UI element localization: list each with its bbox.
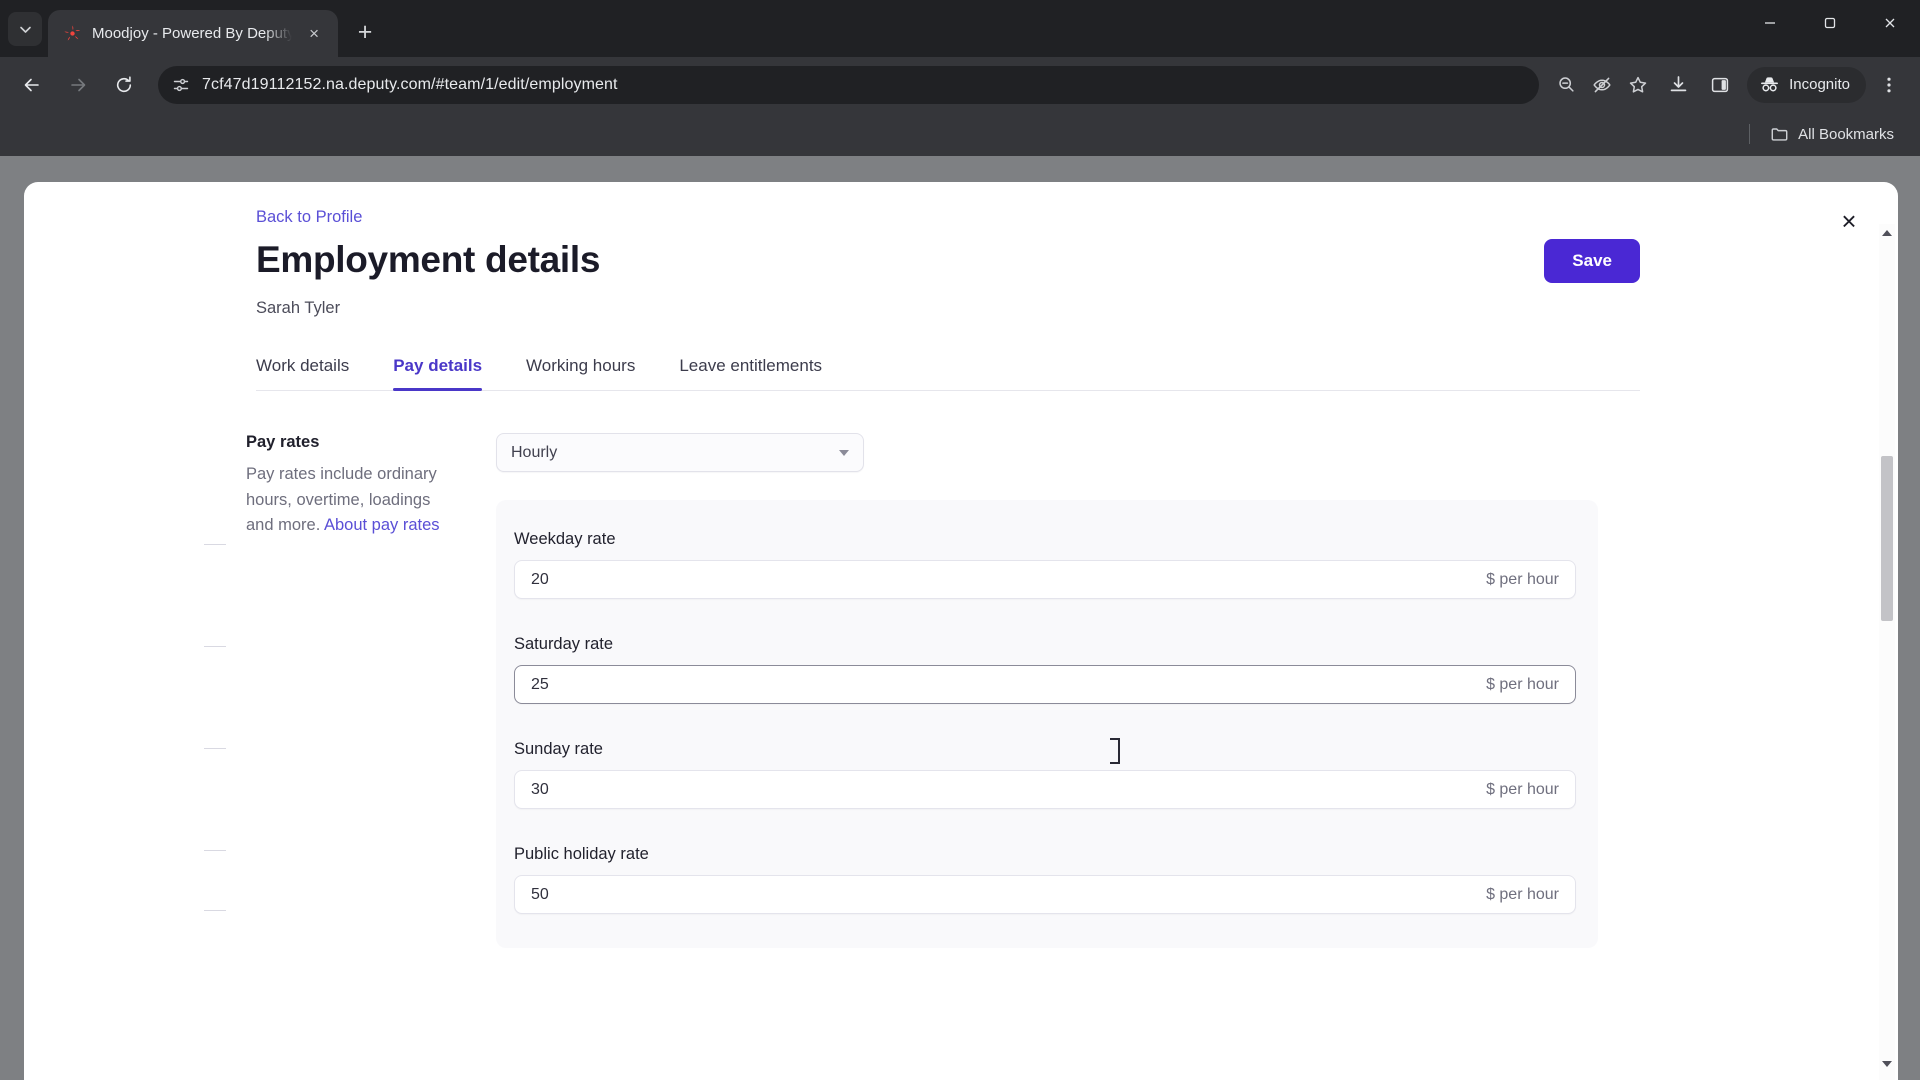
scroll-up-arrow[interactable] (1879, 224, 1895, 241)
maximize-button[interactable] (1800, 0, 1860, 45)
employee-name: Sarah Tyler (256, 299, 341, 317)
side-panel-icon[interactable] (1701, 66, 1739, 104)
window-controls (1740, 0, 1920, 45)
weekday-rate-label: Weekday rate (514, 530, 616, 548)
public-holiday-rate-field: Public holiday rate 50 $ per hour (514, 845, 1576, 914)
chevron-down-icon (839, 449, 849, 456)
sunday-rate-input[interactable]: 30 $ per hour (514, 770, 1576, 809)
gutter-tick (204, 910, 226, 911)
saturday-rate-suffix: $ per hour (1486, 675, 1559, 693)
saturday-rate-label: Saturday rate (514, 635, 614, 653)
all-bookmarks-button[interactable]: All Bookmarks (1762, 120, 1902, 149)
public-holiday-rate-value: 50 (531, 885, 549, 903)
public-holiday-rate-input[interactable]: 50 $ per hour (514, 875, 1576, 914)
weekday-rate-field: Weekday rate 20 $ per hour (514, 530, 1576, 599)
zoom-out-icon[interactable] (1549, 68, 1583, 102)
weekday-rate-suffix: $ per hour (1486, 570, 1559, 588)
pay-rates-panel: Weekday rate 20 $ per hour Saturday rate… (204, 500, 1598, 948)
tab-work-details[interactable]: Work details (256, 346, 371, 390)
pay-type-value: Hourly (511, 443, 558, 461)
minimize-icon (1765, 21, 1775, 24)
tab-title: Moodjoy - Powered By Deputy (92, 25, 293, 42)
saturday-rate-field: Saturday rate 25 $ per hour (514, 635, 1576, 704)
reload-icon (116, 75, 132, 92)
pay-details-body: Pay rates Pay rates include ordinary hou… (24, 433, 1898, 948)
three-dot-menu-icon[interactable] (1870, 66, 1908, 104)
save-button[interactable]: Save (1544, 239, 1640, 283)
scrollbar-thumb[interactable] (1881, 456, 1893, 621)
omnibox-actions (1549, 68, 1655, 102)
bookmarks-divider (1749, 124, 1751, 144)
page-settings-icon[interactable] (172, 76, 190, 94)
all-bookmarks-label: All Bookmarks (1798, 125, 1894, 143)
weekday-rate-input[interactable]: 20 $ per hour (514, 560, 1576, 599)
pay-rates-description: Pay rates include ordinary hours, overti… (246, 462, 462, 539)
tab-strip: Moodjoy - Powered By Deputy × + (0, 0, 1920, 57)
page-viewport: × Back to Profile Employment details Sar… (0, 156, 1920, 1080)
sunday-rate-suffix: $ per hour (1486, 780, 1559, 798)
minimize-button[interactable] (1740, 0, 1800, 45)
page-scrollbar[interactable] (1879, 224, 1895, 1080)
weekday-rate-value: 20 (531, 570, 549, 588)
chevron-down-icon (19, 26, 31, 33)
tab-close-icon[interactable]: × (302, 22, 326, 46)
back-arrow-icon (24, 78, 39, 91)
sunday-rate-value: 30 (531, 780, 549, 798)
sunday-rate-label: Sunday rate (514, 740, 603, 758)
pay-rates-sidebar: Pay rates Pay rates include ordinary hou… (246, 433, 496, 948)
page-title: Employment details (256, 239, 601, 280)
hidden-eye-icon[interactable] (1585, 68, 1619, 102)
tab-pay-details[interactable]: Pay details (371, 346, 504, 391)
incognito-label: Incognito (1789, 76, 1850, 93)
download-icon[interactable] (1659, 66, 1697, 104)
tab-working-hours[interactable]: Working hours (504, 346, 657, 390)
back-to-profile-link[interactable]: Back to Profile (256, 208, 362, 226)
saturday-rate-value: 25 (531, 675, 549, 693)
incognito-hat-icon (1759, 74, 1780, 95)
saturday-rate-input[interactable]: 25 $ per hour (514, 665, 1576, 704)
modal-content: × Back to Profile Employment details Sar… (24, 182, 1898, 1080)
browser-toolbar: 7cf47d19112152.na.deputy.com/#team/1/edi… (0, 57, 1920, 112)
gutter-tick (204, 646, 226, 647)
pay-rates-content: Hourly Weekday rate 20 $ per hour Saturd… (204, 433, 1598, 948)
browser-tab[interactable]: Moodjoy - Powered By Deputy × (48, 10, 338, 57)
close-icon (1885, 18, 1895, 27)
address-bar[interactable]: 7cf47d19112152.na.deputy.com/#team/1/edi… (158, 65, 1540, 104)
maximize-icon (1824, 17, 1836, 28)
url-text: 7cf47d19112152.na.deputy.com/#team/1/edi… (202, 75, 618, 93)
bookmark-star-icon[interactable] (1621, 68, 1655, 102)
modal-tabs: Work details Pay details Working hours L… (256, 346, 1640, 391)
incognito-indicator[interactable]: Incognito (1747, 66, 1866, 103)
deputy-logo-icon (62, 24, 82, 44)
pay-type-select[interactable]: Hourly (496, 433, 864, 472)
modal-close-icon[interactable]: × (1832, 204, 1866, 238)
reload-button[interactable] (104, 65, 144, 105)
tab-leave-entitlements[interactable]: Leave entitlements (657, 346, 844, 390)
folder-icon (1770, 125, 1789, 144)
close-window-button[interactable] (1860, 0, 1920, 45)
gutter-tick (204, 544, 226, 545)
forward-button[interactable] (58, 65, 98, 105)
toolbar-right-actions: Incognito (1659, 66, 1908, 104)
new-tab-button[interactable]: + (348, 15, 382, 49)
public-holiday-rate-suffix: $ per hour (1486, 885, 1559, 903)
tab-search-button[interactable] (8, 12, 42, 46)
gutter-ticks (204, 500, 497, 948)
bookmarks-bar: All Bookmarks (0, 112, 1920, 156)
back-button[interactable] (12, 65, 52, 105)
forward-arrow-icon (71, 78, 86, 91)
sunday-rate-field: Sunday rate 30 $ per hour (514, 740, 1576, 809)
gutter-tick (204, 850, 226, 851)
scroll-down-arrow[interactable] (1879, 1055, 1895, 1072)
employment-details-modal: × Back to Profile Employment details Sar… (24, 182, 1898, 1080)
pay-rates-heading: Pay rates (246, 433, 320, 451)
public-holiday-rate-label: Public holiday rate (514, 845, 649, 863)
browser-window: Moodjoy - Powered By Deputy × + 7cf47d19… (0, 0, 1920, 1080)
about-pay-rates-link[interactable]: About pay rates (324, 516, 440, 534)
gutter-tick (204, 748, 226, 749)
